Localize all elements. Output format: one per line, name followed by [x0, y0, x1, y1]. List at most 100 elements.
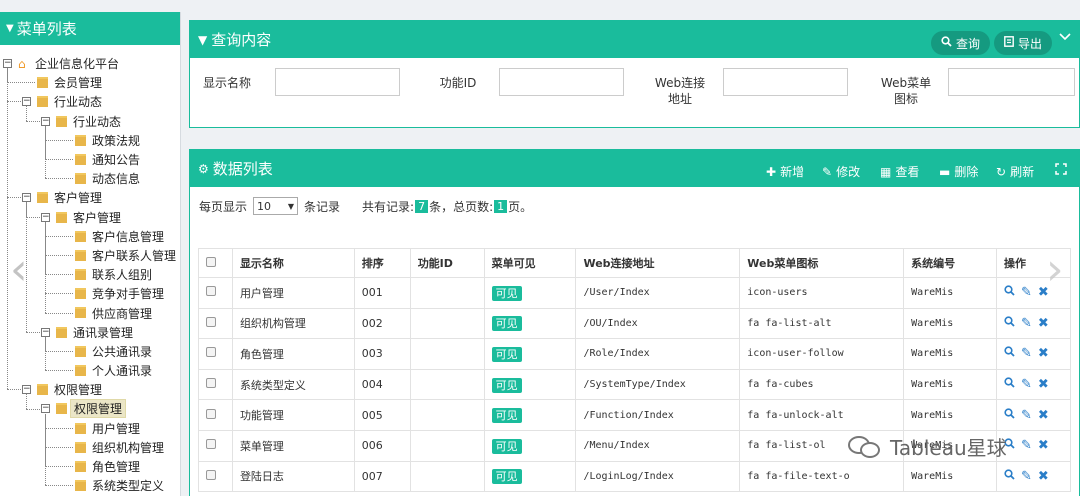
col-header[interactable]: 系统编号	[903, 248, 997, 278]
row-checkbox[interactable]	[206, 316, 216, 327]
table-row[interactable]: 功能管理 005 可见/Function/Index fa fa-unlock-alt…	[198, 399, 1072, 431]
tree-guide-line	[45, 159, 73, 160]
tree-guide-line	[45, 312, 73, 314]
delete-x-icon[interactable]: ✖	[1038, 438, 1049, 453]
edit-pencil-icon[interactable]: ✎	[1021, 377, 1032, 392]
cell-web-url: /LoginLog/Index	[575, 460, 741, 493]
carousel-prev-arrow-icon[interactable]: ‹	[10, 248, 40, 292]
tree-node[interactable]: 供应商管理	[0, 303, 180, 322]
delete-x-icon[interactable]: ✖	[1038, 346, 1049, 361]
edit-button[interactable]: ✎ 修改	[822, 163, 860, 180]
view-magnifier-icon[interactable]	[1004, 469, 1015, 484]
col-header[interactable]: 功能ID	[409, 248, 485, 278]
table-row[interactable]: 系统类型定义 004 可见/SystemType/Index fa fa-cubes W…	[198, 368, 1072, 401]
edit-pencil-icon[interactable]: ✎	[1021, 346, 1032, 361]
tree-node[interactable]: − ⌂ 企业信息化平台	[0, 54, 180, 73]
search-button[interactable]: 查询	[931, 31, 991, 55]
function-id-input[interactable]	[499, 68, 624, 96]
col-header[interactable]: Web连接地址	[575, 248, 741, 278]
display-name-input[interactable]	[275, 68, 400, 96]
view-magnifier-icon[interactable]	[1004, 346, 1015, 361]
table-row[interactable]: 用户管理 001 可见/User/Index icon-users WareMis ✎ ✖	[198, 277, 1072, 309]
edit-pencil-icon[interactable]: ✎	[1021, 285, 1032, 300]
tree-collapse-toggle-icon[interactable]: −	[41, 116, 50, 126]
web-icon-input[interactable]	[948, 68, 1075, 96]
edit-pencil-icon[interactable]: ✎	[1021, 469, 1032, 484]
col-header[interactable]: 排序	[353, 248, 411, 278]
row-checkbox[interactable]	[206, 286, 216, 297]
page-size-value: 10	[257, 199, 272, 213]
col-header[interactable]: 菜单可见	[483, 248, 577, 278]
delete-button[interactable]: ▬ 删除	[939, 163, 978, 180]
tree-collapse-toggle-icon[interactable]: −	[22, 385, 31, 395]
minus-icon: ▬	[939, 164, 951, 179]
edit-pencil-icon[interactable]: ✎	[1021, 438, 1032, 453]
tree-node[interactable]: 动态信息	[0, 169, 180, 188]
view-magnifier-icon[interactable]	[1004, 377, 1015, 392]
add-button[interactable]: ✚ 新增	[766, 163, 804, 180]
tree-collapse-toggle-icon[interactable]: −	[41, 327, 50, 337]
tree-node[interactable]: 公共通讯录	[0, 342, 180, 361]
tree-guide-line	[45, 178, 73, 180]
tree-guide-line	[26, 120, 40, 122]
delete-x-icon[interactable]: ✖	[1038, 316, 1049, 331]
tree-node-label: 个人通讯录	[92, 364, 153, 379]
cell-order: 006	[353, 429, 411, 462]
tree-collapse-toggle-icon[interactable]: −	[22, 97, 31, 107]
row-checkbox[interactable]	[206, 439, 216, 450]
field-label-web-url-line1: Web连接	[654, 76, 706, 90]
row-checkbox[interactable]	[206, 378, 216, 389]
tree-node[interactable]: 政策法规	[0, 131, 180, 150]
col-header[interactable]: Web菜单图标	[739, 248, 905, 278]
view-magnifier-icon[interactable]	[1004, 285, 1015, 300]
table-row[interactable]: 组织机构管理 002 可见/OU/Index fa fa-list-alt WareMi…	[198, 307, 1072, 340]
export-button-label: 导出	[1018, 36, 1043, 51]
select-all-checkbox[interactable]	[206, 256, 216, 267]
edit-pencil-icon[interactable]: ✎	[1021, 408, 1032, 423]
tree-node[interactable]: 组织机构管理	[0, 438, 180, 457]
fullscreen-button[interactable]	[1055, 163, 1067, 178]
tree-node[interactable]: 角色管理	[0, 457, 180, 476]
row-checkbox[interactable]	[206, 469, 216, 480]
refresh-button[interactable]: ↻ 刷新	[996, 163, 1034, 180]
delete-x-icon[interactable]: ✖	[1038, 377, 1049, 392]
table-icon: ▦	[880, 164, 892, 179]
tree-collapse-toggle-icon[interactable]: −	[22, 193, 31, 203]
web-url-input[interactable]	[723, 68, 848, 96]
delete-x-icon[interactable]: ✖	[1038, 408, 1049, 423]
table-row[interactable]: 登陆日志 007 可见/LoginLog/Index fa fa-file-text-…	[198, 460, 1072, 493]
delete-x-icon[interactable]: ✖	[1038, 469, 1049, 484]
folder-icon	[75, 441, 86, 453]
tree-node[interactable]: 系统类型定义	[0, 476, 180, 495]
export-button[interactable]: 导出	[994, 31, 1053, 55]
view-button[interactable]: ▦ 查看	[880, 163, 919, 180]
page-size-select[interactable]: 10 ▼	[253, 197, 299, 215]
tree-node[interactable]: 通知公告	[0, 150, 180, 169]
row-select-cell	[198, 429, 233, 462]
tree-node[interactable]: 客户信息管理	[0, 227, 180, 246]
table-row[interactable]: 角色管理 003 可见/Role/Index icon-user-follow Ware…	[198, 338, 1072, 370]
folder-icon	[75, 422, 86, 434]
wechat-logo-icon	[848, 434, 882, 460]
carousel-next-arrow-icon[interactable]: ›	[1046, 248, 1076, 292]
cell-visible: 可见	[483, 338, 577, 370]
tree-node[interactable]: − 行业动态	[0, 92, 180, 111]
row-checkbox[interactable]	[206, 408, 216, 419]
edit-pencil-icon[interactable]: ✎	[1021, 316, 1032, 331]
cell-function-id	[409, 429, 485, 462]
tree-node[interactable]: 个人通讯录	[0, 361, 180, 380]
folder-icon	[75, 269, 86, 281]
col-header[interactable]: 显示名称	[231, 248, 355, 278]
tree-collapse-toggle-icon[interactable]: −	[3, 59, 12, 68]
row-checkbox[interactable]	[206, 347, 216, 358]
tree-collapse-toggle-icon[interactable]: −	[41, 212, 50, 222]
view-magnifier-icon[interactable]	[1004, 316, 1015, 331]
tree-node[interactable]: − 权限管理	[0, 380, 180, 399]
row-select-cell	[198, 277, 233, 309]
tree-node[interactable]: 用户管理	[0, 419, 180, 438]
collapse-chevron-icon[interactable]	[1059, 29, 1071, 45]
tree-node[interactable]: − 客户管理	[0, 188, 180, 207]
tree-collapse-toggle-icon[interactable]: −	[41, 404, 50, 414]
tree-guide-line	[45, 370, 73, 372]
view-magnifier-icon[interactable]	[1004, 408, 1015, 423]
